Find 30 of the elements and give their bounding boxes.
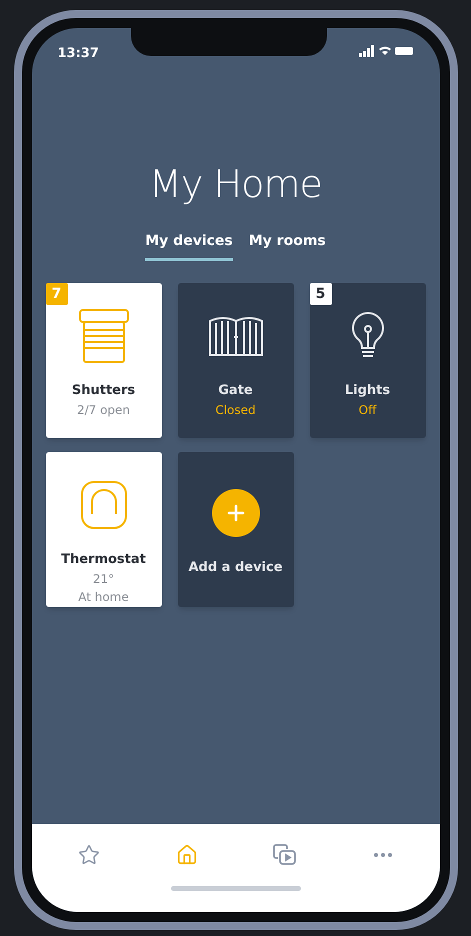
device-status: 2/7 open xyxy=(76,402,130,418)
device-card[interactable]: 5 Lights Off xyxy=(310,283,426,438)
thermostat-icon xyxy=(80,480,128,530)
media-icon xyxy=(272,844,296,866)
device-card[interactable]: Add a device xyxy=(178,452,294,607)
device-name: Gate xyxy=(218,382,253,400)
device-card[interactable]: Gate Closed xyxy=(178,283,294,438)
star-icon xyxy=(78,844,100,866)
device-status: Closed xyxy=(215,402,256,418)
device-name: Shutters xyxy=(72,382,136,400)
count-badge: 7 xyxy=(46,283,68,305)
gate-icon xyxy=(208,315,264,357)
status-time: 13:37 xyxy=(58,45,99,63)
home-icon xyxy=(176,844,198,866)
device-detail: At home xyxy=(78,588,129,606)
add-icon xyxy=(212,489,260,537)
status-icons xyxy=(359,45,414,57)
tab[interactable]: My devices xyxy=(145,231,233,261)
tab[interactable]: My rooms xyxy=(248,231,326,261)
more-icon xyxy=(374,853,392,857)
window-shutter-icon xyxy=(78,308,130,364)
device-name: Lights xyxy=(344,382,390,400)
count-badge: 5 xyxy=(310,283,332,305)
device-status: Off xyxy=(358,402,376,418)
device-status: 21° xyxy=(92,570,114,588)
device-name: Add a device xyxy=(188,559,283,577)
device-card[interactable]: Thermostat 21° At home xyxy=(46,452,162,607)
device-name: Thermostat xyxy=(61,551,146,569)
device-card[interactable]: 7 Shutters 2/7 open xyxy=(46,283,162,438)
page-title: My Home xyxy=(148,161,323,208)
